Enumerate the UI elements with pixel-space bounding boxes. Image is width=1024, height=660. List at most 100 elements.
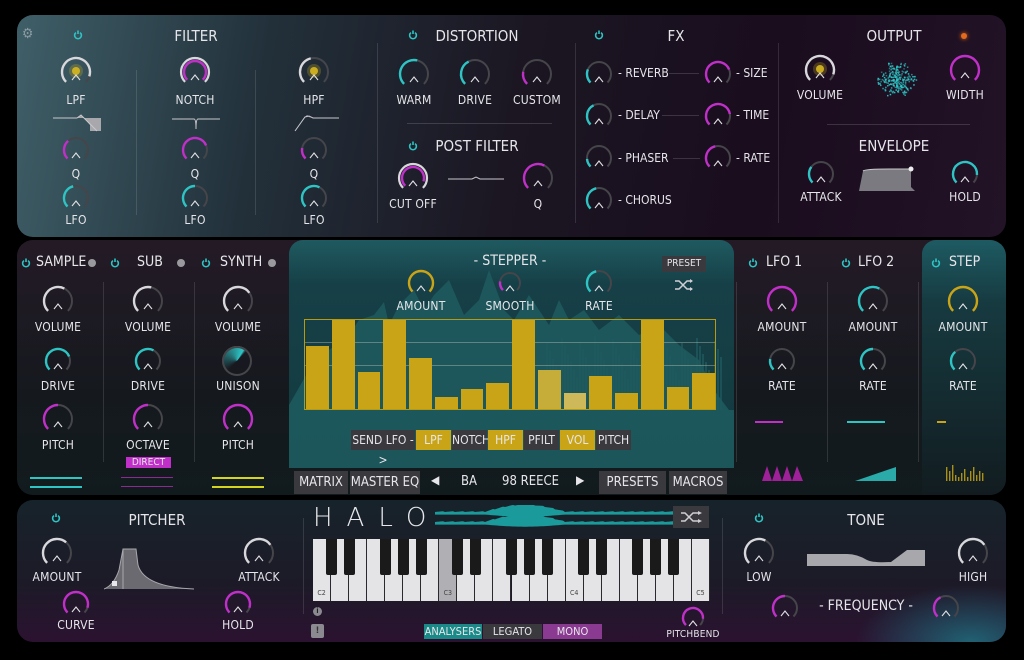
direct-button[interactable]: DIRECT [126, 457, 171, 468]
piano-key-sharp[interactable] [650, 539, 662, 575]
sub-volume-knob[interactable] [131, 284, 165, 318]
lfo1-amount-knob[interactable] [765, 284, 799, 318]
delay-knob[interactable] [584, 101, 614, 131]
sub-power-icon[interactable] [110, 258, 120, 268]
custom-knob[interactable] [520, 57, 554, 91]
preset-name[interactable]: 98 REECE [502, 474, 559, 489]
piano-key-sharp[interactable] [596, 539, 608, 575]
step-amount-knob[interactable] [946, 284, 980, 318]
sub-solo-dot[interactable] [177, 259, 185, 267]
hpf-lfo-knob[interactable] [299, 183, 329, 213]
tone-high-knob[interactable] [956, 536, 990, 570]
step-sequencer-grid[interactable] [304, 319, 716, 410]
sample-power-icon[interactable] [21, 258, 31, 268]
piano-key-sharp[interactable] [469, 539, 481, 575]
warning-icon[interactable]: ! [311, 624, 324, 638]
size-knob[interactable] [703, 59, 733, 89]
lfo-target-hpf[interactable]: HPF [488, 430, 523, 450]
settings-gear-icon[interactable]: ⚙ [22, 26, 33, 42]
step-power-icon[interactable] [931, 258, 941, 268]
time-knob[interactable] [703, 101, 733, 131]
hold-knob[interactable] [950, 159, 980, 189]
step-bar[interactable] [434, 397, 458, 409]
presets-button[interactable]: PRESETS [599, 471, 666, 494]
piano-key-sharp[interactable] [524, 539, 536, 575]
fx-power-icon[interactable] [594, 30, 604, 40]
chorus-knob[interactable] [584, 185, 614, 215]
info-icon[interactable]: i [313, 607, 322, 616]
piano-key-sharp[interactable] [451, 539, 463, 575]
lfo-target-pitch[interactable]: PITCH [596, 430, 631, 450]
cutoff-knob[interactable] [396, 161, 430, 195]
notch-q-knob[interactable] [180, 135, 210, 165]
synth-pitch-knob[interactable] [221, 402, 255, 436]
piano-key-sharp[interactable] [325, 539, 337, 575]
lfo-target-vol[interactable]: VOL [560, 430, 595, 450]
filter-power-icon[interactable] [73, 30, 83, 40]
pitcher-attack-knob[interactable] [242, 536, 276, 570]
sample-pitch-knob[interactable] [41, 402, 75, 436]
step-bar[interactable] [692, 372, 715, 409]
piano-key-sharp[interactable] [668, 539, 680, 575]
piano-key-sharp[interactable] [343, 539, 355, 575]
warm-knob[interactable] [397, 57, 431, 91]
pitcher-curve-knob[interactable] [61, 589, 91, 619]
piano-key-sharp[interactable] [542, 539, 554, 575]
sample-drive-knob[interactable] [43, 346, 73, 376]
lfo2-rate-knob[interactable] [858, 346, 888, 376]
lfo-target-notch[interactable]: NOTCH [452, 430, 490, 450]
lfo2-amount-knob[interactable] [856, 284, 890, 318]
step-bar[interactable] [357, 371, 381, 409]
synth-volume-knob[interactable] [221, 284, 255, 318]
step-bar[interactable] [409, 358, 432, 409]
post-filter-power-icon[interactable] [408, 141, 418, 151]
sample-volume-knob[interactable] [41, 284, 75, 318]
step-bar[interactable] [589, 376, 612, 409]
lfo1-rate-knob[interactable] [767, 346, 797, 376]
stepper-rate-knob[interactable] [584, 268, 614, 298]
output-volume-knob[interactable] [803, 53, 837, 87]
piano-key-sharp[interactable] [506, 539, 517, 575]
step-bar[interactable] [306, 345, 329, 409]
randomize-button[interactable] [673, 506, 709, 528]
step-bar[interactable] [460, 389, 484, 409]
lpf-q-knob[interactable] [61, 135, 91, 165]
pitcher-amount-knob[interactable] [40, 536, 74, 570]
lfo2-waveform-icon[interactable] [855, 463, 897, 481]
hpf-knob[interactable] [297, 55, 331, 89]
legato-toggle[interactable]: LEGATO [483, 624, 542, 639]
drive-knob[interactable] [458, 57, 492, 91]
width-knob[interactable] [948, 53, 982, 87]
synth-power-icon[interactable] [201, 258, 211, 268]
master-eq-button[interactable]: MASTER EQ [350, 471, 420, 494]
rate-knob[interactable] [703, 143, 733, 173]
stepper-amount-knob[interactable] [406, 268, 436, 298]
step-bar[interactable] [666, 386, 690, 409]
pitcher-power-icon[interactable] [51, 513, 61, 523]
tone-freq-high-knob[interactable] [931, 593, 961, 623]
next-preset-icon[interactable]: ▶ [576, 473, 584, 487]
tone-low-knob[interactable] [742, 536, 776, 570]
lfo1-power-icon[interactable] [748, 258, 758, 268]
step-waveform-icon[interactable] [944, 463, 986, 481]
lfo-target-lpf[interactable]: LPF [416, 430, 451, 450]
pitcher-hold-knob[interactable] [223, 589, 253, 619]
piano-key-sharp[interactable] [415, 539, 427, 575]
stepper-smooth-knob[interactable] [497, 270, 523, 296]
notch-lfo-knob[interactable] [180, 183, 210, 213]
sub-drive-knob[interactable] [133, 346, 163, 376]
distortion-power-icon[interactable] [408, 30, 418, 40]
unison-knob[interactable] [222, 346, 252, 376]
piano-key-sharp[interactable] [379, 539, 391, 575]
shuffle-icon[interactable] [674, 278, 694, 292]
sub-octave-knob[interactable] [131, 402, 165, 436]
lfo2-power-icon[interactable] [841, 258, 851, 268]
notch-knob[interactable] [178, 55, 212, 89]
tone-freq-low-knob[interactable] [770, 593, 800, 623]
piano-key-sharp[interactable] [578, 539, 590, 575]
matrix-button[interactable]: MATRIX [294, 471, 348, 494]
hpf-q-knob[interactable] [299, 135, 329, 165]
step-rate-knob[interactable] [948, 346, 978, 376]
lpf-knob[interactable] [59, 55, 93, 89]
pitchbend-knob[interactable] [680, 605, 706, 631]
